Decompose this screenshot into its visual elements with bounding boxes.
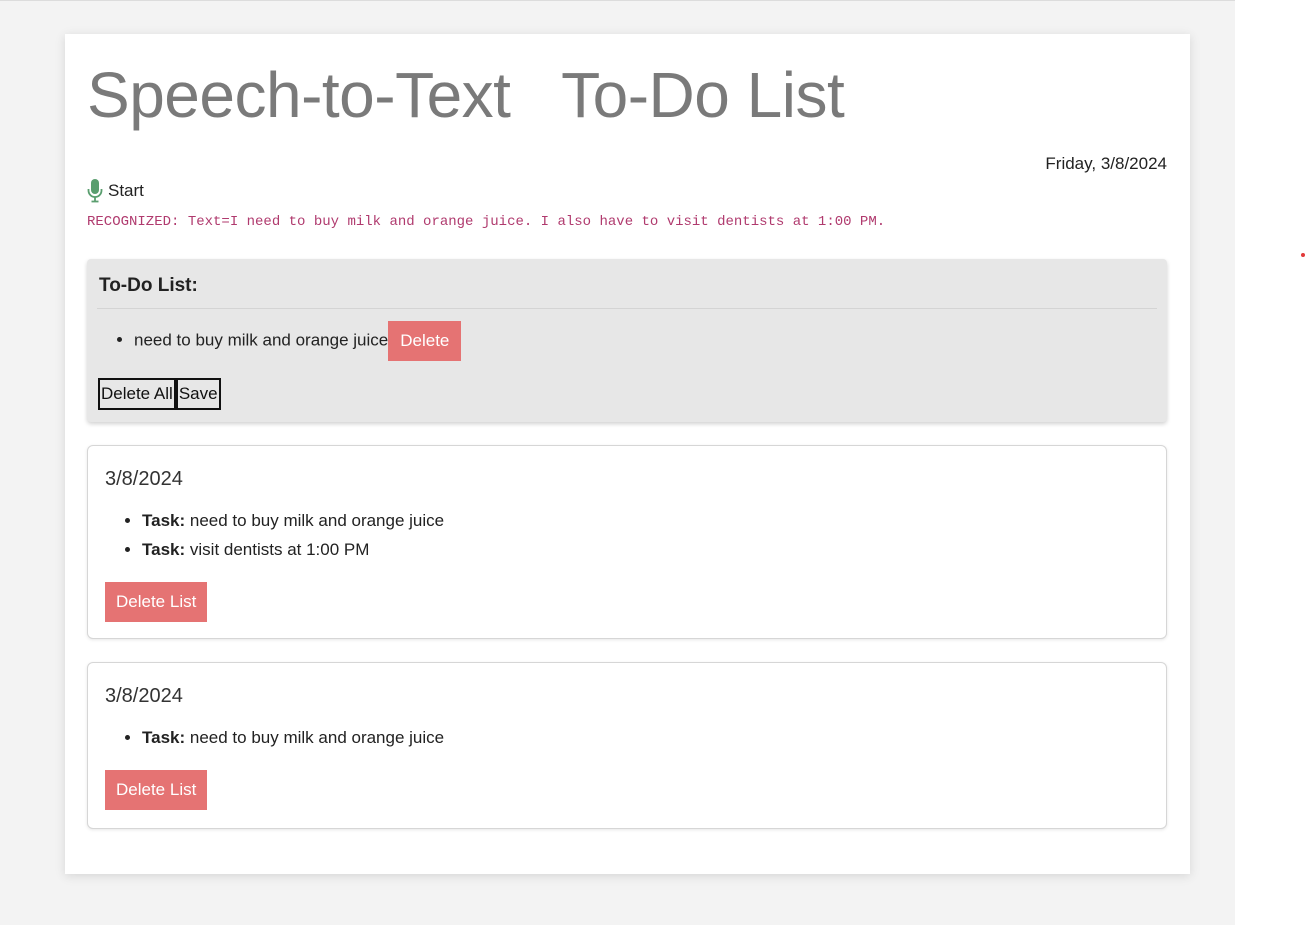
todo-item-text: need to buy milk and orange juice <box>134 330 389 350</box>
saved-list-card: 3/8/2024 Task: need to buy milk and oran… <box>87 445 1167 639</box>
saved-task-item: Task: need to buy milk and orange juice <box>142 723 444 752</box>
red-dot-marker <box>1301 253 1305 257</box>
saved-list-date: 3/8/2024 <box>105 685 183 707</box>
start-button[interactable]: Start <box>87 179 144 203</box>
saved-task-item: Task: need to buy milk and orange juice <box>142 506 444 535</box>
todo-divider <box>97 308 1157 309</box>
recognized-text: RECOGNIZED: Text=I need to buy milk and … <box>87 214 886 230</box>
task-text: visit dentists at 1:00 PM <box>189 540 370 559</box>
start-label: Start <box>108 181 144 200</box>
task-text: need to buy milk and orange juice <box>189 728 445 747</box>
saved-list-date: 3/8/2024 <box>105 468 183 490</box>
task-prefix: Task: <box>142 540 186 559</box>
current-date: Friday, 3/8/2024 <box>1045 154 1167 173</box>
saved-task-item: Task: visit dentists at 1:00 PM <box>142 535 444 564</box>
delete-list-button[interactable]: Delete List <box>105 770 208 810</box>
todo-heading: To-Do List: <box>99 275 198 296</box>
task-text: need to buy milk and orange juice <box>189 511 445 530</box>
todo-item: need to buy milk and orange juiceDelete <box>134 320 462 361</box>
delete-all-button[interactable]: Delete All <box>98 378 176 410</box>
saved-task-list: Task: need to buy milk and orange juice … <box>88 506 444 564</box>
microphone-icon <box>87 179 103 203</box>
todo-panel: To-Do List: need to buy milk and orange … <box>87 259 1167 422</box>
saved-list-card: 3/8/2024 Task: need to buy milk and oran… <box>87 662 1167 829</box>
task-prefix: Task: <box>142 511 186 530</box>
save-button[interactable]: Save <box>175 378 221 410</box>
task-prefix: Task: <box>142 728 186 747</box>
delete-list-button[interactable]: Delete List <box>105 582 208 622</box>
main-container: Speech-to-Text To-Do List Friday, 3/8/20… <box>65 34 1190 874</box>
saved-task-list: Task: need to buy milk and orange juice <box>88 723 444 752</box>
todo-list: need to buy milk and orange juiceDelete <box>87 320 462 361</box>
todo-actions: Delete All Save <box>98 378 221 410</box>
page-title: Speech-to-Text To-Do List <box>87 59 845 131</box>
delete-item-button[interactable]: Delete <box>388 320 462 361</box>
